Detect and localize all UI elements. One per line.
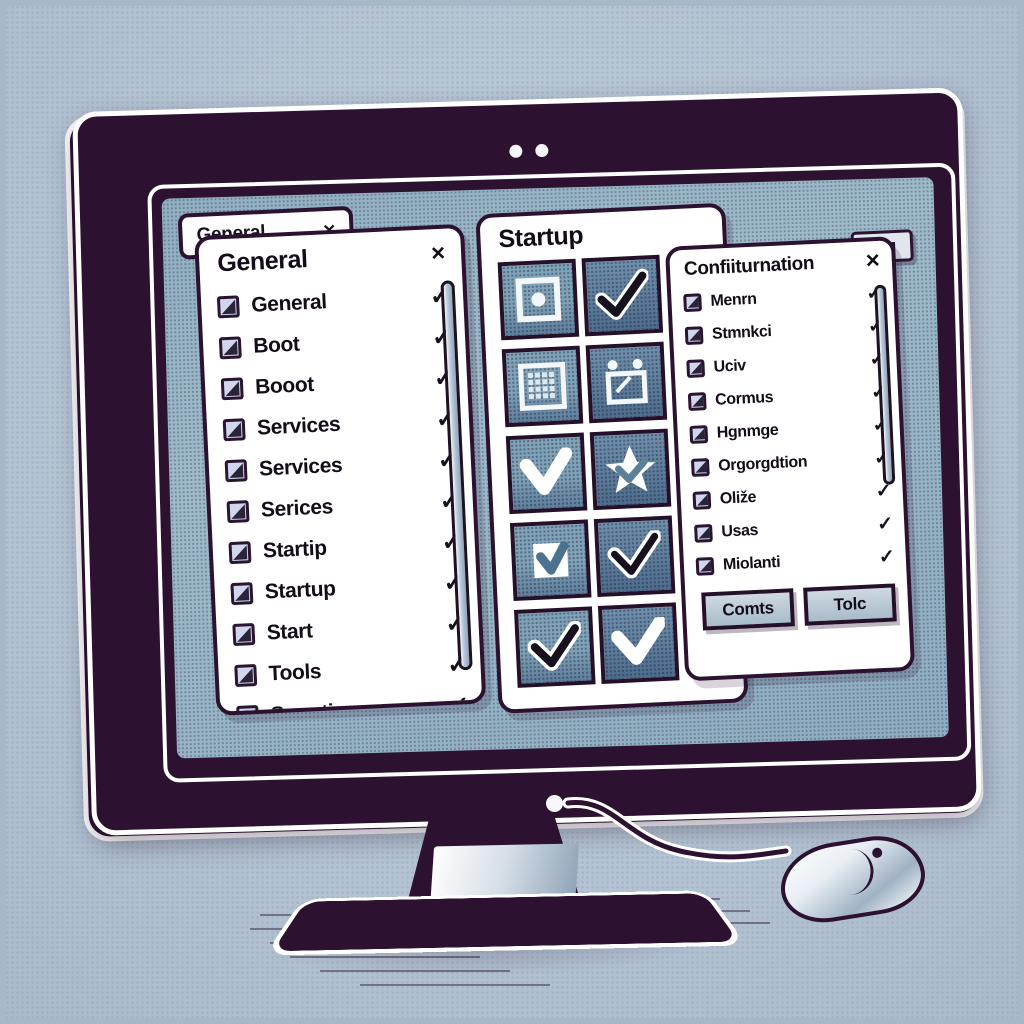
close-icon[interactable]: × xyxy=(430,239,445,267)
window-frame-icon xyxy=(605,358,648,405)
list-item-label: Services xyxy=(258,453,343,481)
list-item-label: Boot xyxy=(252,332,300,358)
checkbox[interactable] xyxy=(689,424,709,444)
checkbox[interactable] xyxy=(692,490,712,510)
window-configuration[interactable]: Confiiturnation × Menrn ✓ Stmnkci ✓ xyxy=(664,236,916,682)
configuration-list: Menrn ✓ Stmnkci ✓ Uciv ✓ xyxy=(671,274,907,587)
star-icon xyxy=(605,445,656,494)
tile-window-frame[interactable] xyxy=(585,341,668,424)
checkbox[interactable] xyxy=(230,581,254,605)
list-item-label: Startip xyxy=(262,536,328,563)
page-title: Confiiturnation xyxy=(683,252,815,281)
checkbox[interactable] xyxy=(690,457,710,477)
page-title: Startup xyxy=(497,221,584,254)
checkbox[interactable] xyxy=(226,499,250,523)
checkbox[interactable] xyxy=(687,391,707,411)
monitor: General × General × General ✓ xyxy=(50,84,985,843)
window-general[interactable]: General × General ✓ Boot ✓ Booot ✓ Servi… xyxy=(194,223,487,716)
comts-button[interactable]: Comts xyxy=(701,588,795,631)
checkbox[interactable] xyxy=(224,458,248,482)
list-item-label: Tools xyxy=(268,659,322,685)
checkbox[interactable] xyxy=(684,325,704,345)
list-item-label: Menrn xyxy=(710,290,757,310)
list-item-label: Usas xyxy=(720,521,759,541)
general-list: General ✓ Boot ✓ Booot ✓ Services ✓ Serv… xyxy=(200,271,484,716)
list-item-label: Cormus xyxy=(714,388,774,409)
list-item-label: Start xyxy=(266,618,314,644)
tile-white-check[interactable] xyxy=(505,432,588,515)
list-item-label: Stmnkci xyxy=(711,322,772,343)
checkbox[interactable] xyxy=(216,294,240,318)
white-check-icon xyxy=(610,616,667,665)
checkbox[interactable] xyxy=(220,376,244,400)
screen: General × General × General ✓ xyxy=(161,177,949,759)
list-item-label: Oliže xyxy=(719,488,757,508)
close-icon[interactable]: × xyxy=(865,247,880,275)
list-item-label: General xyxy=(250,289,328,317)
tile-white-check[interactable] xyxy=(593,515,676,598)
checkbox[interactable] xyxy=(218,335,242,359)
checkbox[interactable] xyxy=(695,556,715,576)
bold-check-icon xyxy=(594,268,650,320)
tile-bold-check[interactable] xyxy=(581,254,664,337)
list-item-label: Services xyxy=(256,412,341,440)
monitor-shell: General × General × General ✓ xyxy=(72,87,982,836)
tile-checkbox-check[interactable] xyxy=(509,519,592,602)
configuration-button-row: Comts Tolс xyxy=(685,577,909,641)
tile-square-dot[interactable] xyxy=(497,258,580,341)
square-dot-icon xyxy=(515,276,562,323)
list-item-label: Hgnmge xyxy=(716,421,779,442)
check-icon: ✓ xyxy=(876,513,894,536)
checkbox[interactable] xyxy=(228,540,252,564)
dark-check-icon xyxy=(527,620,583,671)
webcam-icon xyxy=(509,143,565,158)
white-check-icon xyxy=(607,530,662,579)
tol-button[interactable]: Tolс xyxy=(803,583,897,626)
list-item-label: Startup xyxy=(264,576,336,603)
list-item-label: Uciv xyxy=(713,356,747,376)
checkbox[interactable] xyxy=(234,663,258,687)
checkbox[interactable] xyxy=(683,292,702,312)
list-item-label: Miolanti xyxy=(722,553,781,574)
checkbox[interactable] xyxy=(694,523,713,543)
checkbox[interactable] xyxy=(232,622,256,646)
tile-grid-calendar[interactable] xyxy=(501,345,584,428)
tile-dark-check[interactable] xyxy=(514,606,596,688)
white-check-icon xyxy=(519,447,573,495)
grid-calendar-icon xyxy=(517,361,568,411)
checkbox-check-icon xyxy=(532,541,569,579)
checkbox[interactable] xyxy=(222,417,246,441)
list-item-label: Orgorgdtion xyxy=(717,452,808,475)
page-title: General xyxy=(216,245,309,278)
list-item-label: Booot xyxy=(254,372,315,399)
tile-white-check[interactable] xyxy=(597,602,680,684)
list-item-label: Serices xyxy=(260,494,334,522)
check-icon: ✓ xyxy=(875,480,893,503)
checkbox[interactable] xyxy=(686,358,706,378)
check-icon: ✓ xyxy=(878,546,896,569)
tile-star[interactable] xyxy=(589,428,672,511)
